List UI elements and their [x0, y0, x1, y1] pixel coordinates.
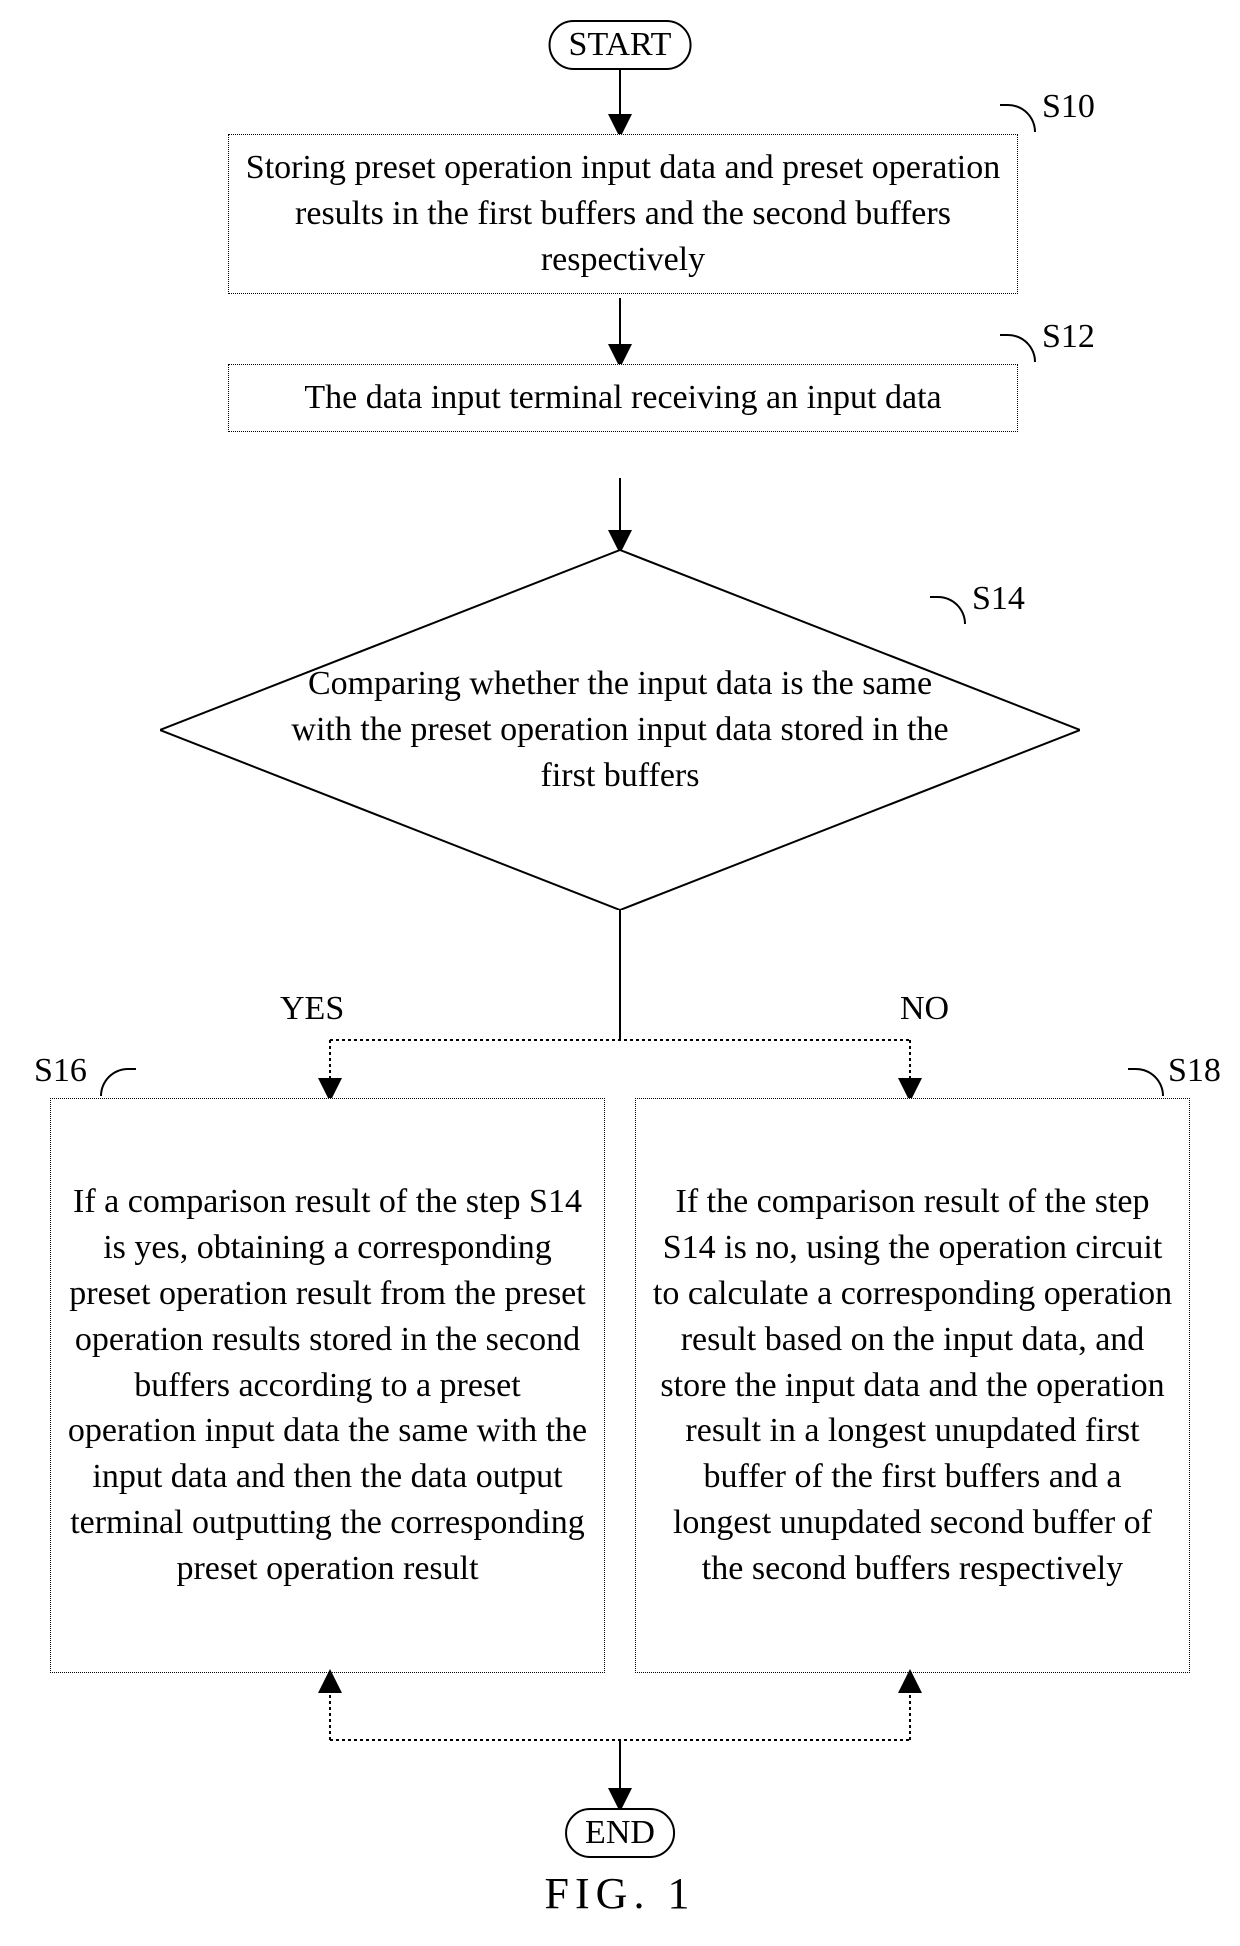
- leader-s10: [1000, 104, 1036, 132]
- step-label-s18: S18: [1168, 1052, 1221, 1090]
- box-s10: Storing preset operation input data and …: [228, 134, 1018, 294]
- box-s18: If the comparison result of the step S14…: [635, 1098, 1190, 1673]
- start-label: START: [569, 26, 672, 63]
- leader-s12: [1000, 334, 1036, 362]
- arrow-s10-s12: [620, 298, 622, 364]
- leader-s18: [1128, 1068, 1164, 1096]
- box-s18-text: If the comparison result of the step S14…: [652, 1179, 1173, 1592]
- arrow-s12-s14: [620, 478, 622, 550]
- arrow-start-s10: [620, 70, 622, 134]
- terminator-start: START: [549, 20, 692, 70]
- end-label: END: [585, 1814, 655, 1851]
- terminator-end: END: [565, 1808, 675, 1858]
- step-label-s16: S16: [34, 1052, 87, 1090]
- box-s12-text: The data input terminal receiving an inp…: [304, 379, 941, 416]
- box-s16: If a comparison result of the step S14 i…: [50, 1098, 605, 1673]
- step-label-s12: S12: [1042, 318, 1095, 356]
- box-s10-text: Storing preset operation input data and …: [246, 149, 1000, 278]
- leader-s16: [100, 1068, 136, 1096]
- step-label-s10: S10: [1042, 88, 1095, 126]
- figure-label: FIG. 1: [545, 1868, 696, 1919]
- label-no: NO: [900, 990, 949, 1028]
- label-yes: YES: [280, 990, 344, 1028]
- box-s16-text: If a comparison result of the step S14 i…: [67, 1179, 588, 1592]
- step-label-s14: S14: [972, 580, 1025, 618]
- box-s12: The data input terminal receiving an inp…: [228, 364, 1018, 432]
